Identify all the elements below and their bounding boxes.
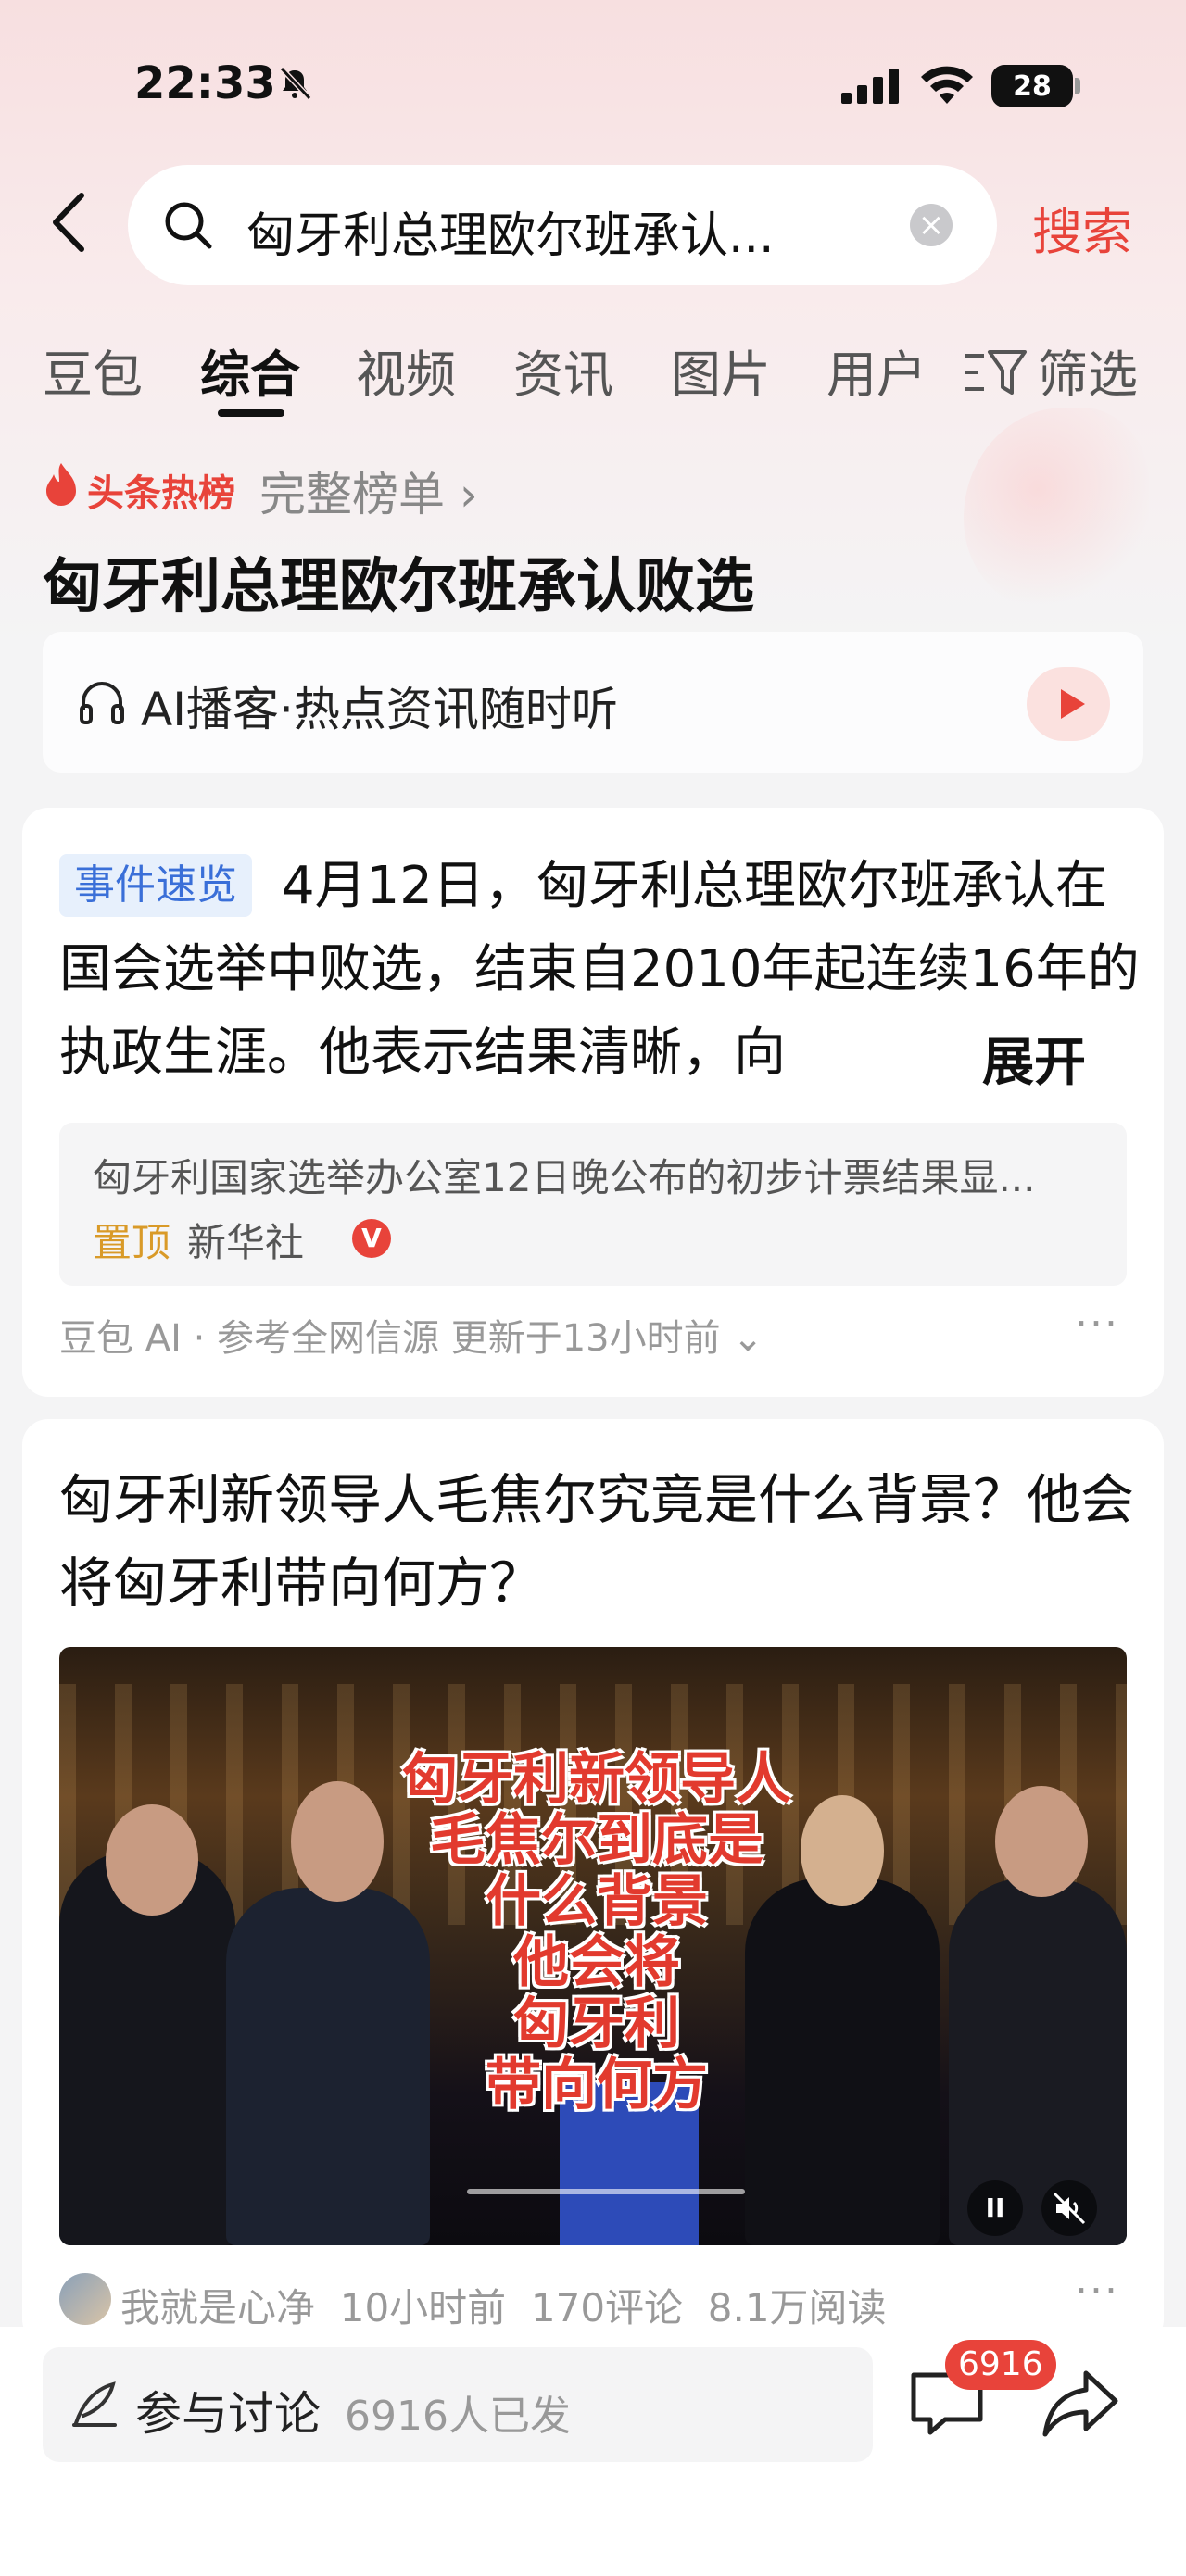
event-summary-card: 4月12日，匈牙利总理欧尔班承认在国会选举中败选，结束自2010年起连续16年的… [22,808,1164,1397]
mute-icon[interactable] [1041,2180,1097,2236]
discuss-label: 参与讨论 [135,2387,321,2441]
battery-tip [1075,78,1080,94]
pause-icon[interactable]: II [967,2180,1023,2236]
video-caption-line: 他会将 [513,1930,680,1995]
pen-icon [72,2381,117,2427]
ai-source-text: 豆包 AI · 参考全网信源 更新于13小时前 [59,1317,721,1360]
search-button[interactable]: 搜索 [1032,191,1132,264]
verified-badge-icon: V [352,1219,391,1258]
comment-count: 170评论 [530,2285,684,2331]
article-meta: 我就是心净 10小时前 170评论 8.1万阅读 [120,2277,887,2333]
video-caption-line: 匈牙利新领导人 [402,1747,791,1812]
hot-list-badge: 头条热榜 [87,472,235,515]
video-progress-bar[interactable] [467,2189,745,2194]
bottom-action-bar: 参与讨论 6916人已发 6916 [0,2327,1186,2576]
article-card[interactable]: 匈牙利新领导人毛焦尔究竟是什么背景？他会将匈牙利带向何方？ 匈牙利新领导人 毛焦… [22,1419,1164,2345]
wifi-icon [921,66,973,104]
quote-text: 匈牙利国家选举办公室12日晚公布的初步计票结果显... [93,1155,1036,1200]
expand-label: 展开 [982,1033,1086,1093]
video-caption-line: 带向何方 [486,2053,708,2117]
more-options-icon[interactable]: ··· [1075,1301,1119,1348]
author-name[interactable]: 我就是心净 [120,2285,315,2331]
more-options-icon[interactable]: ··· [1075,2268,1119,2315]
video-caption-line: 匈牙利 [513,1992,680,2056]
video-person-head [995,1786,1088,1897]
ai-podcast-bar[interactable]: AI播客·热点资讯随时听 [43,632,1143,773]
active-tab-indicator [218,409,284,417]
filter-icon[interactable] [964,346,1028,398]
ai-source-footer[interactable]: 豆包 AI · 参考全网信源 更新于13小时前 ⌄ [59,1308,763,1362]
tab-doubao[interactable]: 豆包 [43,333,143,407]
author-avatar[interactable] [59,2273,111,2325]
page-title: 匈牙利总理欧尔班承认败选 [43,553,754,622]
status-bar: 22:33 28 [0,0,1186,167]
video-caption-line: 什么背景 [486,1869,708,1934]
bell-muted-icon [279,66,312,101]
join-discussion-input[interactable]: 参与讨论 6916人已发 [43,2347,873,2462]
search-input[interactable]: 匈牙利总理欧尔班承认... [246,196,877,266]
expand-fade: 展开 ⌄ [893,1012,1143,1156]
battery-indicator: 28 [991,65,1073,107]
video-caption: 匈牙利新领导人 毛焦尔到底是 什么背景 他会将 匈牙利 带向何方 [337,1749,856,2116]
hot-list-header: 头条热榜 完整榜单 › [43,458,691,521]
video-person-head [106,1804,198,1916]
search-bar[interactable]: 匈牙利总理欧尔班承认... × [128,165,997,285]
tab-images[interactable]: 图片 [671,333,771,407]
discuss-count: 6916人已发 [345,2393,571,2440]
tab-users[interactable]: 用户 [826,333,927,407]
event-badge: 事件速览 [59,854,252,917]
comment-count-badge: 6916 [945,2340,1056,2390]
video-caption-line: 毛焦尔到底是 [430,1808,763,1873]
speaker-muted-icon [1053,2192,1086,2225]
share-icon[interactable] [1041,2368,1119,2440]
video-player[interactable]: 匈牙利新领导人 毛焦尔到底是 什么背景 他会将 匈牙利 带向何方 II [59,1647,1127,2245]
tab-video[interactable]: 视频 [356,333,456,407]
search-icon [165,202,212,249]
fire-icon [46,463,76,506]
back-arrow-icon[interactable] [46,190,93,255]
pinned-label: 置顶 [93,1220,171,1265]
play-icon[interactable] [1027,667,1110,741]
headphone-icon [80,682,124,724]
tab-filter[interactable]: 筛选 [1038,333,1138,407]
clear-search-icon[interactable]: × [910,204,953,246]
source-name: 新华社 [187,1220,305,1265]
full-list-link[interactable]: 完整榜单 › [259,458,478,524]
read-count: 8.1万阅读 [707,2285,887,2331]
publish-time: 10小时前 [339,2285,507,2331]
tab-news[interactable]: 资讯 [513,333,613,407]
podcast-label: AI播客·热点资讯随时听 [141,683,618,736]
tab-comprehensive[interactable]: 综合 [200,333,300,407]
cellular-signal-icon [841,69,899,104]
clock: 22:33 [134,57,276,109]
article-title[interactable]: 匈牙利新领导人毛焦尔究竟是什么背景？他会将匈牙利带向何方？ [59,1458,1134,1625]
category-tabs: 豆包 综合 视频 资讯 图片 用户 筛选 [0,324,1186,417]
source-quote[interactable]: 匈牙利国家选举办公室12日晚公布的初步计票结果显... 置顶 新华社 V [59,1123,1127,1286]
